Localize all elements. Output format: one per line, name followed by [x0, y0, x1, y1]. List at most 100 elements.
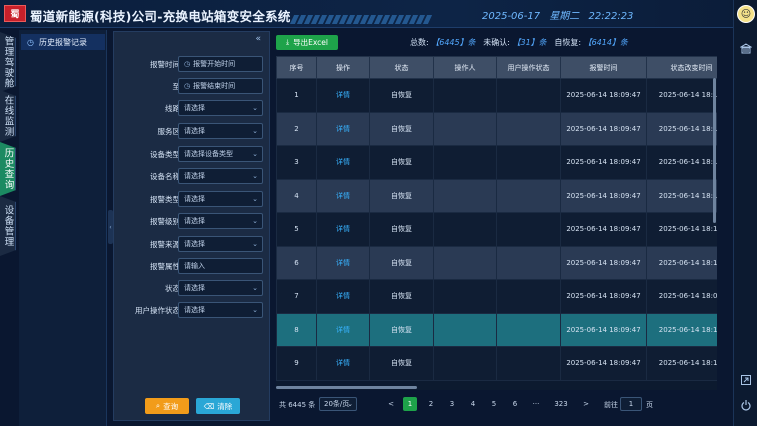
cell-no: 2	[276, 111, 317, 146]
filter-label: 服务区	[157, 127, 181, 136]
table-vertical-scrollbar[interactable]	[713, 78, 716, 223]
cell-operator	[433, 145, 497, 180]
page-button-4[interactable]: 4	[466, 397, 480, 411]
filter-row-alarm-attr: 报警属性 请输入	[114, 258, 271, 276]
detail-link[interactable]: 详情	[316, 312, 370, 347]
column-header: 序号	[276, 56, 317, 79]
alarm-end-date-picker[interactable]: ◷ 报警结束时间	[178, 78, 263, 94]
filter-actions: ⌕ 查询 ⌫ 清除	[114, 398, 271, 416]
table-row[interactable]: 5 详情 自恢复 2025-06-14 18:09:47 2025-06-14 …	[276, 212, 717, 247]
nav-tab-online-monitor[interactable]: 在线监测	[0, 90, 16, 142]
detail-link[interactable]: 详情	[316, 346, 370, 381]
fullscreen-icon[interactable]	[738, 374, 754, 390]
service-area-select[interactable]: 请选择 ⌄	[178, 123, 263, 139]
cell-status: 自恢复	[369, 346, 434, 381]
cell-operator	[433, 178, 497, 213]
page-button-6[interactable]: 6	[508, 397, 522, 411]
placeholder-text: 请选择	[184, 127, 205, 135]
detail-link[interactable]: 详情	[316, 178, 370, 213]
collapse-icon[interactable]: «	[255, 34, 261, 44]
next-page-button[interactable]: >	[579, 397, 593, 411]
placeholder-text: 报警开始时间	[193, 60, 236, 68]
nav-tab-device-manage[interactable]: 设备管理	[0, 196, 16, 256]
power-icon[interactable]	[738, 399, 754, 415]
cell-user-status	[496, 178, 561, 213]
page-size-select[interactable]: 20条/页 ⌄	[319, 397, 357, 411]
placeholder-text: 请选择	[184, 172, 205, 180]
table-row-highlighted[interactable]: 8 详情 自恢复 2025-06-14 18:09:47 2025-06-14 …	[276, 312, 717, 347]
alarm-attr-input[interactable]: 请输入	[178, 258, 263, 274]
cell-change-time: 2025-06-14 18:09:	[646, 279, 717, 314]
cell-user-status	[496, 111, 561, 146]
detail-link[interactable]: 详情	[316, 145, 370, 180]
device-type-select[interactable]: 请选择设备类型 ⌄	[178, 146, 263, 162]
user-op-status-select[interactable]: 请选择 ⌄	[178, 302, 263, 318]
alarm-start-date-picker[interactable]: ◷ 报警开始时间	[178, 56, 263, 72]
chevron-down-icon: ⌄	[252, 284, 258, 292]
cell-user-status	[496, 245, 561, 280]
cell-change-time: 2025-06-14 18:10:	[646, 178, 717, 213]
clock-icon: ◷	[27, 37, 34, 47]
detail-link[interactable]: 详情	[316, 212, 370, 247]
filter-panel: « 报警时间 ◷ 报警开始时间 至 ◷ 报警结束时间 线路 请选择 ⌄ 服务区 请选择…	[113, 31, 270, 421]
submenu-item-alarm-history[interactable]: ◷ 历史报警记录	[21, 34, 105, 50]
user-avatar[interactable]: ☺	[737, 5, 755, 23]
detail-link[interactable]: 详情	[316, 111, 370, 146]
status-select[interactable]: 请选择 ⌄	[178, 280, 263, 296]
page-ellipsis[interactable]: ···	[529, 397, 543, 411]
detail-link[interactable]: 详情	[316, 245, 370, 280]
detail-link[interactable]: 详情	[316, 78, 370, 113]
placeholder-text: 请选择	[184, 284, 205, 292]
nav-tab-history-query[interactable]: 历史查询	[0, 142, 16, 196]
prev-page-button[interactable]: <	[384, 397, 398, 411]
right-rail: ☺	[733, 0, 757, 426]
cell-status: 自恢复	[369, 111, 434, 146]
table-horizontal-scrollbar[interactable]	[276, 386, 417, 389]
page-button-3[interactable]: 3	[445, 397, 459, 411]
page-button-last[interactable]: 323	[550, 397, 572, 411]
table-row[interactable]: 1 详情 自恢复 2025-06-14 18:09:47 2025-06-14 …	[276, 78, 717, 113]
table-row[interactable]: 9 详情 自恢复 2025-06-14 18:09:47 2025-06-14 …	[276, 346, 717, 381]
page-unit-label: 页	[646, 401, 653, 409]
chevron-down-icon: ⌄	[252, 240, 258, 248]
cell-alarm-time: 2025-06-14 18:09:47	[560, 279, 647, 314]
cell-change-time: 2025-06-14 18:11:	[646, 145, 717, 180]
download-icon: ⤓	[286, 38, 290, 46]
total-value: 【6445】条	[431, 38, 476, 47]
cell-alarm-time: 2025-06-14 18:09:47	[560, 178, 647, 213]
filter-label: 设备类型	[150, 150, 180, 159]
page-button-5[interactable]: 5	[487, 397, 501, 411]
cell-operator	[433, 312, 497, 347]
alarm-level-select[interactable]: 请选择 ⌄	[178, 213, 263, 229]
clear-button[interactable]: ⌫ 清除	[196, 398, 240, 414]
table-row[interactable]: 2 详情 自恢复 2025-06-14 18:09:47 2025-06-14 …	[276, 111, 717, 146]
table-row[interactable]: 7 详情 自恢复 2025-06-14 18:09:47 2025-06-14 …	[276, 279, 717, 314]
building-icon[interactable]	[738, 43, 754, 59]
filter-label: 设备名称	[150, 172, 180, 181]
filter-label: 报警属性	[150, 262, 180, 271]
page-button-2[interactable]: 2	[424, 397, 438, 411]
table-row[interactable]: 4 详情 自恢复 2025-06-14 18:09:47 2025-06-14 …	[276, 178, 717, 213]
goto-page-input[interactable]: 1	[620, 397, 642, 411]
export-label: 导出Excel	[293, 38, 328, 47]
clock-icon: ◷	[184, 82, 191, 90]
submenu-item-label: 历史报警记录	[38, 37, 87, 47]
unconfirmed-label: 未确认:	[483, 38, 510, 47]
chevron-down-icon: ⌄	[252, 306, 258, 314]
query-button-label: 查询	[163, 401, 179, 411]
export-excel-button[interactable]: ⤓ 导出Excel	[276, 35, 338, 50]
query-button[interactable]: ⌕ 查询	[145, 398, 189, 414]
line-select[interactable]: 请选择 ⌄	[178, 100, 263, 116]
filter-row-device-type: 设备类型 请选择设备类型 ⌄	[114, 146, 271, 164]
alarm-type-select[interactable]: 请选择 ⌄	[178, 191, 263, 207]
page-button-1[interactable]: 1	[403, 397, 417, 411]
detail-link[interactable]: 详情	[316, 279, 370, 314]
table-row[interactable]: 3 详情 自恢复 2025-06-14 18:09:47 2025-06-14 …	[276, 145, 717, 180]
device-name-select[interactable]: 请选择 ⌄	[178, 168, 263, 184]
cell-status: 自恢复	[369, 178, 434, 213]
alarm-source-select[interactable]: 请选择 ⌄	[178, 236, 263, 252]
nav-tab-dashboard[interactable]: 管理驾驶舱	[0, 32, 16, 92]
total-label: 总数:	[410, 38, 429, 47]
cell-no: 1	[276, 78, 317, 113]
table-row[interactable]: 6 详情 自恢复 2025-06-14 18:09:47 2025-06-14 …	[276, 245, 717, 280]
